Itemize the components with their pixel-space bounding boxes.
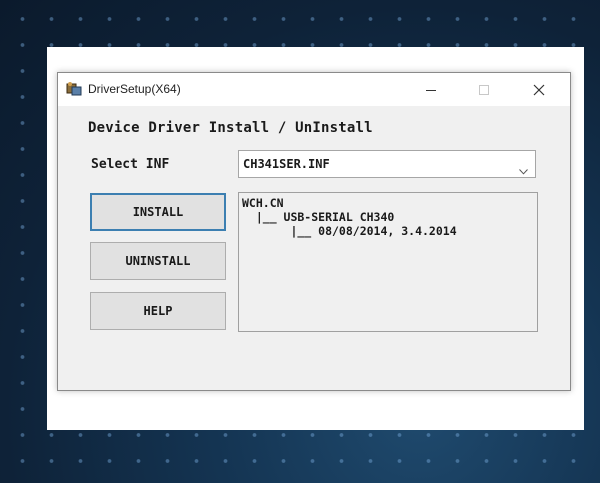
window-title: DriverSetup(X64)	[88, 82, 181, 96]
chevron-down-icon	[519, 160, 528, 179]
driver-setup-app-icon	[66, 81, 82, 97]
title-bar[interactable]: DriverSetup(X64)	[58, 73, 570, 106]
close-icon	[533, 84, 545, 95]
install-button[interactable]: INSTALL	[90, 193, 226, 231]
driver-info-panel: WCH.CN |__ USB-SERIAL CH340 |__ 08/08/20…	[238, 192, 538, 332]
info-line: |__ 08/08/2014, 3.4.2014	[242, 224, 457, 238]
inf-select-dropdown[interactable]: CH341SER.INF	[238, 150, 536, 178]
page-heading: Device Driver Install / UnInstall	[88, 120, 373, 136]
driver-setup-window: DriverSetup(X64) Device Driver Install /…	[57, 72, 571, 391]
info-line: WCH.CN	[242, 196, 284, 210]
select-inf-label: Select INF	[91, 157, 170, 172]
close-button[interactable]	[516, 73, 562, 106]
info-line: |__ USB-SERIAL CH340	[242, 210, 395, 224]
maximize-button[interactable]	[461, 73, 507, 106]
maximize-icon	[479, 84, 489, 95]
inf-select-value: CH341SER.INF	[243, 157, 330, 171]
minimize-button[interactable]	[408, 73, 454, 106]
minimize-icon	[426, 89, 436, 91]
uninstall-button[interactable]: UNINSTALL	[90, 242, 226, 280]
help-button[interactable]: HELP	[90, 292, 226, 330]
